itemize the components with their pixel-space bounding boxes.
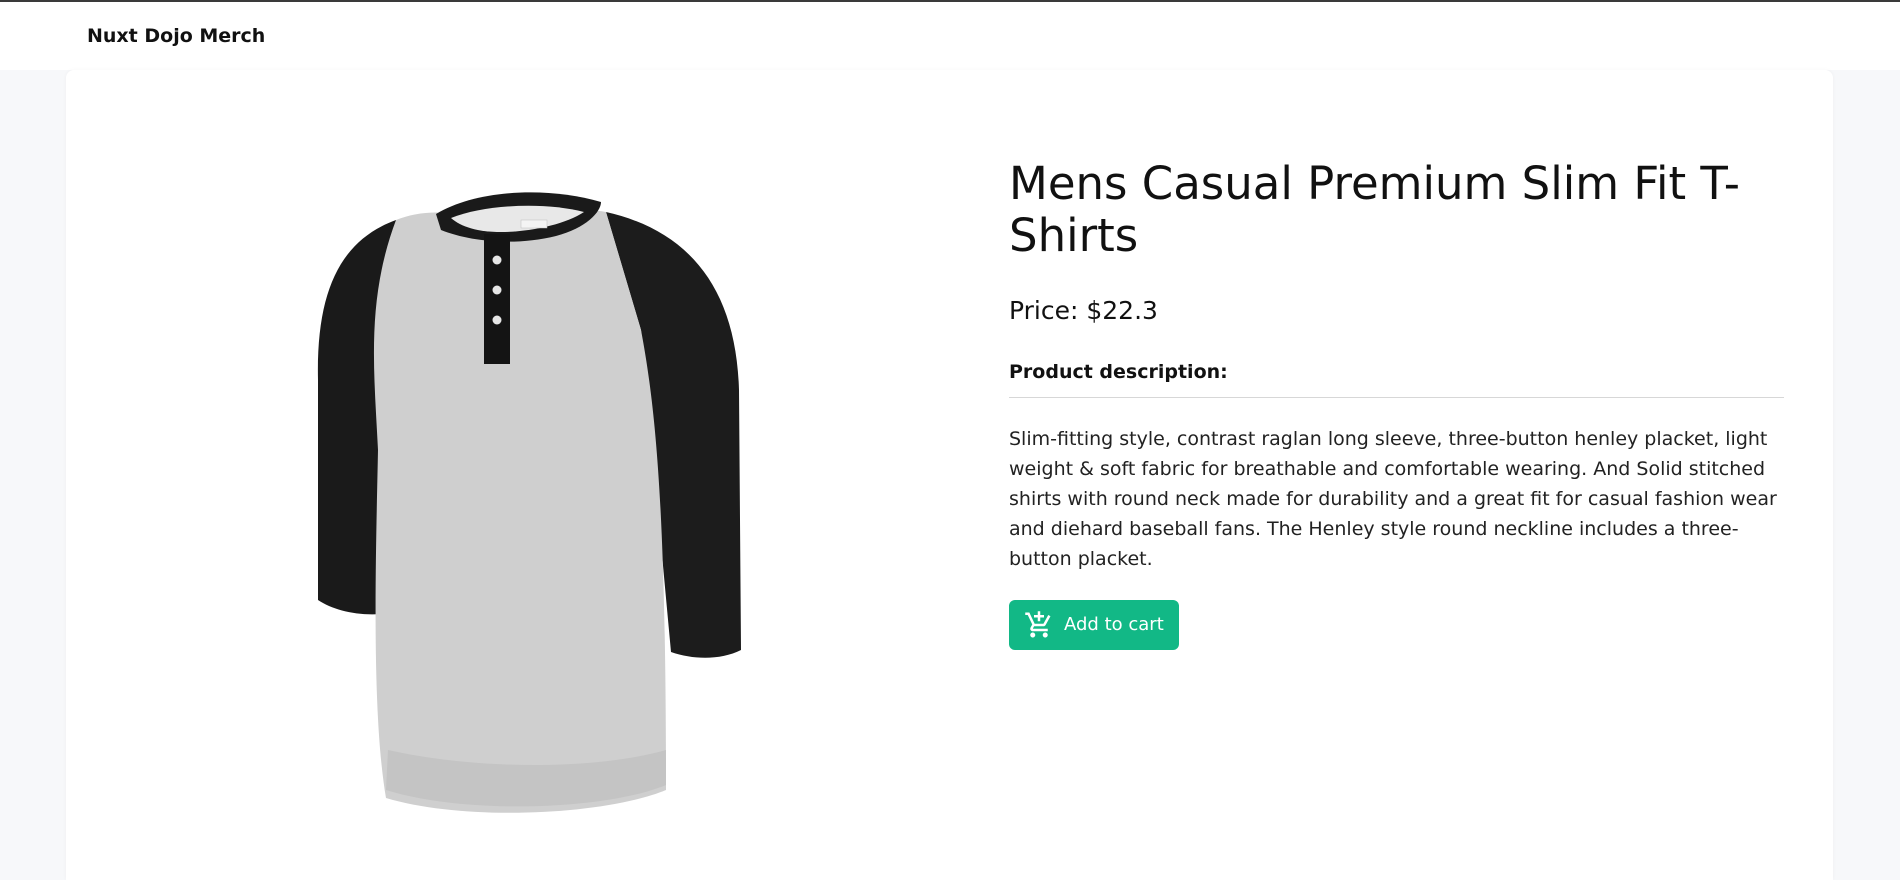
product-image: [317, 192, 741, 813]
product-title: Mens Casual Premium Slim Fit T-Shirts: [1009, 157, 1741, 262]
add-to-cart-button[interactable]: Add to cart: [1009, 599, 1179, 650]
add-shopping-cart-icon: [1024, 610, 1054, 640]
description-heading: Product description:: [1009, 361, 1784, 398]
product-card: Mens Casual Premium Slim Fit T-Shirts Pr…: [66, 70, 1833, 880]
product-info: Mens Casual Premium Slim Fit T-Shirts Pr…: [1009, 158, 1784, 650]
add-to-cart-label: Add to cart: [1064, 614, 1164, 635]
product-price: Price: $22.3: [1009, 295, 1158, 325]
top-navbar: Nuxt Dojo Merch: [0, 0, 1900, 70]
brand-link[interactable]: Nuxt Dojo Merch: [87, 25, 265, 47]
product-description: Slim-fitting style, contrast raglan long…: [1009, 427, 1777, 570]
